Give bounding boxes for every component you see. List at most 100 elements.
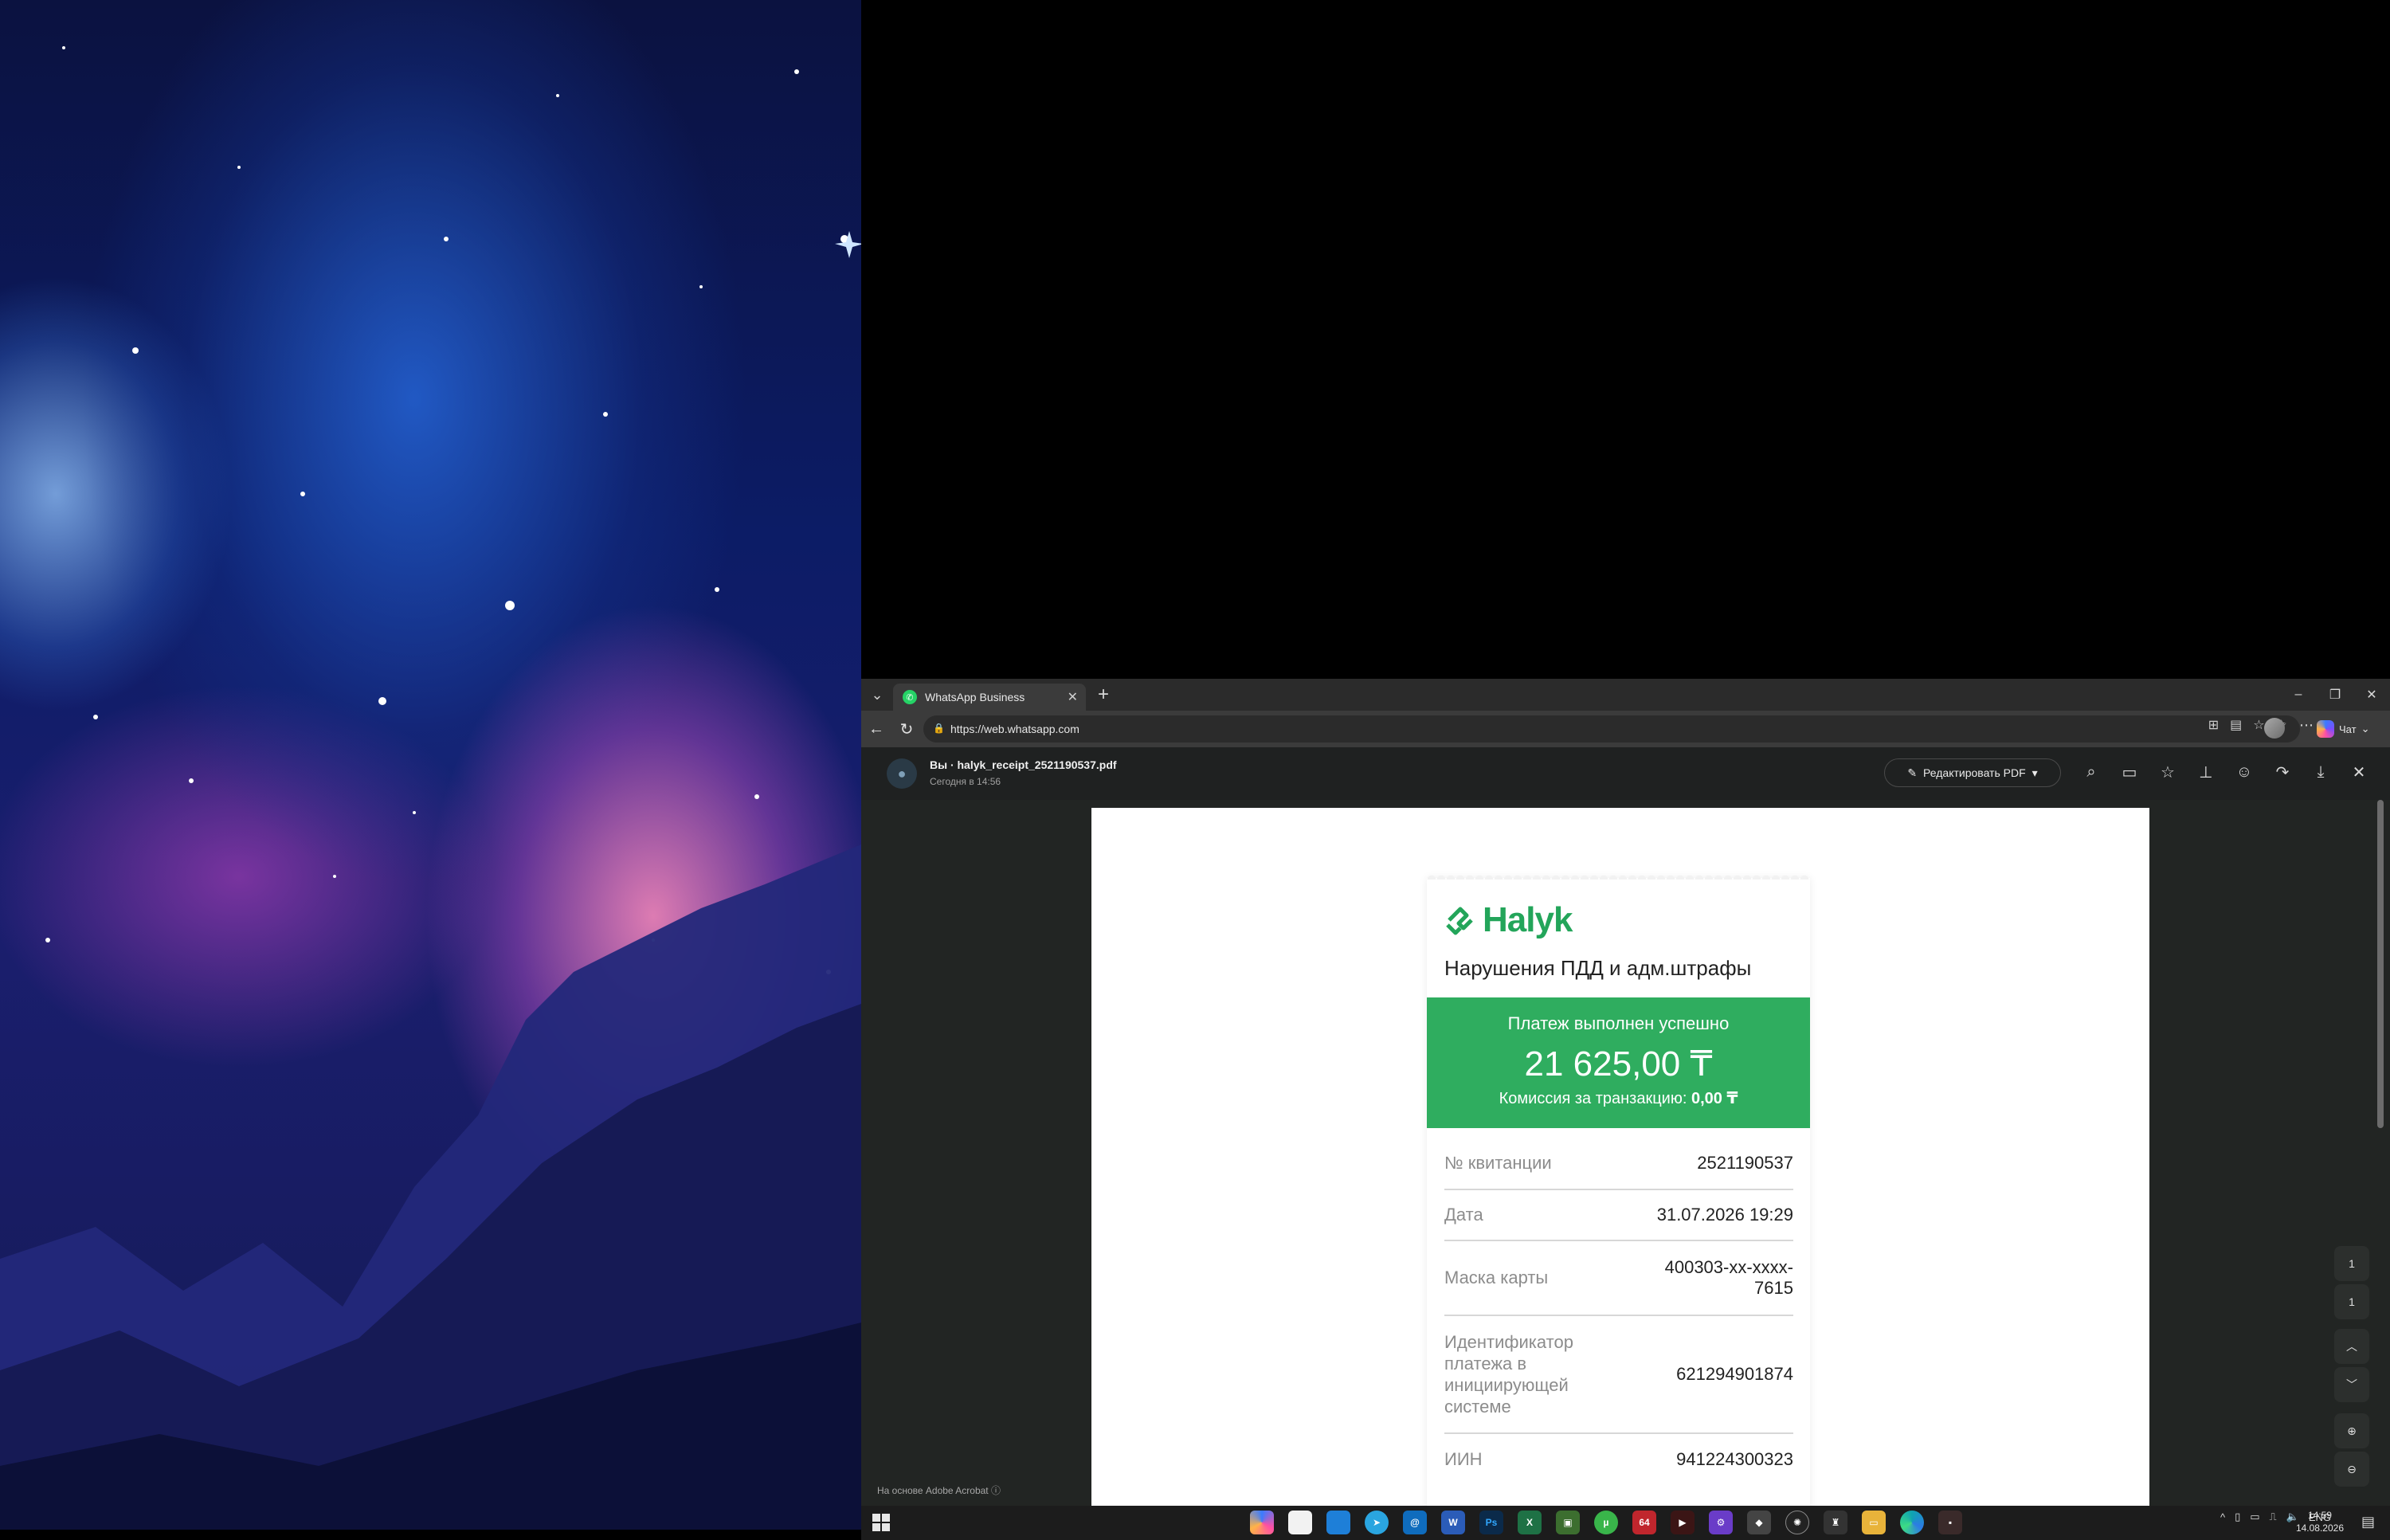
chatgpt-icon[interactable]: ✺	[1785, 1511, 1809, 1534]
edge-icon[interactable]	[1900, 1511, 1924, 1534]
copilot-chat-button[interactable]: Чат ⌄	[2317, 717, 2380, 741]
favorite-star-icon[interactable]: ☆	[2253, 717, 2264, 733]
fee-label: Комиссия за транзакцию:	[1499, 1090, 1687, 1107]
desktop-screen: ⌄ ✆ WhatsApp Business ✕ + – ❐ ✕ ← ↻ 🔒 ht…	[0, 0, 2390, 1540]
clock-date: 14.08.2026	[2295, 1522, 2344, 1534]
row-label: ИИН	[1444, 1449, 1483, 1469]
edit-pdf-button[interactable]: ✎ Редактировать PDF ▾	[1884, 758, 2061, 787]
media-app-icon[interactable]: ▶	[1671, 1511, 1695, 1534]
payment-success-band: Платеж выполнен успешно 21 625,00 ₸ Коми…	[1427, 997, 1810, 1128]
back-button[interactable]: ←	[861, 714, 891, 744]
tab-close-icon[interactable]: ✕	[1068, 689, 1078, 705]
zoom-out-button[interactable]: ⊖	[2334, 1452, 2369, 1487]
excel-icon[interactable]: X	[1518, 1511, 1542, 1534]
current-page-indicator[interactable]: 1	[2334, 1246, 2369, 1281]
pin-button[interactable]: ⊥	[2196, 760, 2216, 784]
nvidia-icon[interactable]: ▣	[1556, 1511, 1580, 1534]
total-pages-indicator: 1	[2334, 1284, 2369, 1319]
vertical-scrollbar[interactable]	[2377, 800, 2384, 1128]
start-button[interactable]	[872, 1514, 890, 1531]
user-icon: ●	[897, 765, 907, 782]
edit-pdf-label: Редактировать PDF	[1923, 766, 2026, 779]
url-text: https://web.whatsapp.com	[950, 723, 1079, 735]
tab-strip: ⌄ ✆ WhatsApp Business ✕ + – ❐ ✕	[861, 679, 2390, 711]
zoom-out-icon: ⊖	[2347, 1462, 2357, 1475]
store-icon[interactable]	[1326, 1511, 1350, 1534]
refresh-button[interactable]: ↻	[891, 714, 922, 744]
more-options-icon[interactable]: ⋯	[2299, 717, 2314, 734]
apps-icon[interactable]: ⊞	[2208, 717, 2219, 733]
refresh-icon: ↻	[899, 720, 914, 739]
viewer-toolbar: ⌕ ▭ ☆ ⊥ ☺ ↷ ⤓ ✕	[2081, 760, 2369, 784]
close-window-button[interactable]: ✕	[2353, 679, 2390, 711]
restore-button[interactable]: ❐	[2317, 679, 2353, 711]
clock-time: 14:59	[2307, 1510, 2332, 1521]
pdf-page: Halyk Нарушения ПДД и адм.штрафы Платеж …	[1091, 808, 2149, 1506]
copilot-icon	[2317, 720, 2334, 738]
page-total: 1	[2349, 1295, 2355, 1308]
halyk-logo: Halyk	[1443, 900, 1573, 940]
star-icon: ☆	[2161, 763, 2175, 782]
photoshop-icon[interactable]: Ps	[1479, 1511, 1503, 1534]
pencil-icon: ✎	[1907, 766, 1918, 779]
telegram-icon[interactable]: ➤	[1365, 1511, 1389, 1534]
file-explorer-icon[interactable]: ▭	[1862, 1511, 1886, 1534]
minimize-icon: –	[2294, 688, 2302, 701]
taskbar-pinned-apps: ➤ @ W Ps X ▣ µ 64 ▶ ⚙ ◆ ✺ ♜ ▭ ▪	[1250, 1511, 1962, 1534]
row-value: 2521190537	[1697, 1153, 1793, 1173]
plus-icon: +	[1097, 684, 1109, 705]
utorrent-icon[interactable]: µ	[1594, 1511, 1618, 1534]
search-button[interactable]: ⌕	[2081, 760, 2102, 784]
outlook-icon[interactable]: @	[1403, 1511, 1427, 1534]
tool-app-icon[interactable]: ♜	[1824, 1511, 1847, 1534]
space-wallpaper	[0, 0, 861, 1530]
next-page-button[interactable]: ﹀	[2334, 1367, 2369, 1402]
close-icon: ✕	[2352, 763, 2366, 782]
new-tab-button[interactable]: +	[1089, 680, 1118, 709]
row-value: 941224300323	[1676, 1449, 1793, 1469]
copilot-app-icon[interactable]	[1250, 1511, 1274, 1534]
row-label: № квитанции	[1444, 1153, 1552, 1173]
reading-view-icon[interactable]: ▤	[2230, 717, 2242, 733]
windows-taskbar: ➤ @ W Ps X ▣ µ 64 ▶ ⚙ ◆ ✺ ♜ ▭ ▪ ^ ▯ ▭ ⎍ …	[861, 1506, 2390, 1540]
fee-value: 0,00 ₸	[1691, 1090, 1738, 1107]
taskbar-clock[interactable]: 14:59 14.08.2026	[2296, 1509, 2344, 1534]
monitor-icon[interactable]: ▭	[2250, 1511, 2259, 1523]
emoji-button[interactable]: ☺	[2234, 760, 2255, 784]
caret-down-icon: ▾	[2032, 766, 2038, 779]
word-icon[interactable]: W	[1441, 1511, 1465, 1534]
notepad-icon[interactable]	[1288, 1511, 1312, 1534]
comments-button[interactable]: ▭	[2119, 760, 2140, 784]
receipt-zigzag-edge	[1427, 872, 1810, 880]
whatsapp-icon: ✆	[903, 690, 917, 704]
url-input[interactable]: 🔒 https://web.whatsapp.com	[923, 715, 2300, 743]
aida64-icon[interactable]: 64	[1632, 1511, 1656, 1534]
receipt-title: Нарушения ПДД и адм.штрафы	[1444, 956, 1752, 980]
forward-button[interactable]: ↷	[2272, 760, 2293, 784]
search-icon: ⌕	[2086, 762, 2096, 781]
pin-icon: ⊥	[2199, 763, 2213, 782]
settings-app-icon[interactable]: ⚙	[1709, 1511, 1733, 1534]
receipt-row: Идентификатор платежа в инициирующей сис…	[1444, 1316, 1793, 1434]
app-cube-icon[interactable]: ◆	[1747, 1511, 1771, 1534]
previous-page-button[interactable]: ︿	[2334, 1329, 2369, 1364]
mountain-silhouette	[0, 844, 861, 1530]
profile-avatar[interactable]	[2264, 718, 2285, 739]
zoom-in-button[interactable]: ⊕	[2334, 1413, 2369, 1448]
close-viewer-button[interactable]: ✕	[2349, 760, 2369, 784]
terminal-icon[interactable]: ▪	[1938, 1511, 1962, 1534]
notification-center-icon[interactable]: ▤	[2361, 1514, 2379, 1531]
transaction-fee: Комиссия за транзакцию: 0,00 ₸	[1427, 1088, 1810, 1108]
chevron-up-icon[interactable]: ^	[2220, 1511, 2225, 1523]
download-button[interactable]: ⤓	[2310, 760, 2331, 784]
tab-actions-menu-button[interactable]: ⌄	[861, 679, 893, 711]
minimize-button[interactable]: –	[2280, 679, 2317, 711]
chevron-up-icon: ︿	[2346, 1340, 2357, 1353]
network-icon[interactable]: ⎍	[2270, 1511, 2277, 1523]
usb-icon[interactable]: ▯	[2235, 1511, 2240, 1523]
tab-whatsapp-business[interactable]: ✆ WhatsApp Business ✕	[893, 684, 1086, 711]
acrobat-note-text: На основе Adobe Acrobat	[877, 1485, 989, 1496]
info-icon[interactable]: ⓘ	[991, 1485, 1001, 1496]
star-button[interactable]: ☆	[2157, 760, 2178, 784]
zoom-in-icon: ⊕	[2347, 1424, 2357, 1437]
